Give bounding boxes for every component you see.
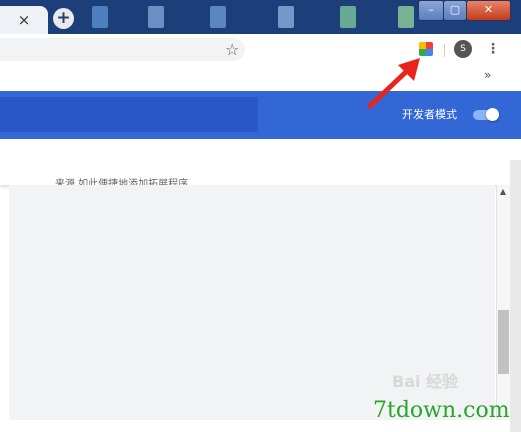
site-watermark: 7tdown.com [373, 398, 510, 423]
scrollbar-thumb[interactable] [498, 310, 509, 374]
toolbar-divider [444, 44, 445, 57]
baidu-watermark: Bai 经验 [392, 372, 459, 391]
desktop-icon [398, 6, 414, 28]
developer-mode-toggle[interactable] [473, 108, 499, 121]
desktop-icon [210, 6, 226, 28]
scroll-up-icon[interactable]: ▲ [496, 187, 510, 196]
minimize-button[interactable]: – [418, 0, 444, 21]
vertical-scrollbar[interactable] [496, 185, 511, 420]
search-extensions-box[interactable] [0, 97, 258, 132]
bookmark-star-icon[interactable]: ☆ [225, 41, 239, 59]
browser-toolbar: ☆ [0, 34, 521, 64]
red-arrow-annotation [367, 58, 420, 109]
close-window-button[interactable]: ✕ [466, 0, 511, 21]
new-tab-button[interactable]: + [53, 8, 74, 29]
profile-avatar[interactable]: S [454, 40, 472, 58]
window-edge [510, 160, 521, 432]
desktop-icon [278, 6, 294, 28]
window-controls: – ▢ ✕ [418, 0, 511, 21]
desktop-icon [340, 6, 356, 28]
desktop-icon [148, 6, 164, 28]
toggle-knob [486, 108, 499, 121]
desktop-icon [92, 6, 108, 28]
bookmarks-overflow-icon[interactable]: » [484, 68, 491, 82]
more-menu-icon[interactable]: ⋮ [486, 40, 500, 58]
maximize-button[interactable]: ▢ [443, 0, 467, 21]
tab-close-icon[interactable]: × [0, 6, 48, 34]
bookmarks-bar [0, 64, 521, 91]
address-bar[interactable]: ☆ [0, 38, 245, 61]
